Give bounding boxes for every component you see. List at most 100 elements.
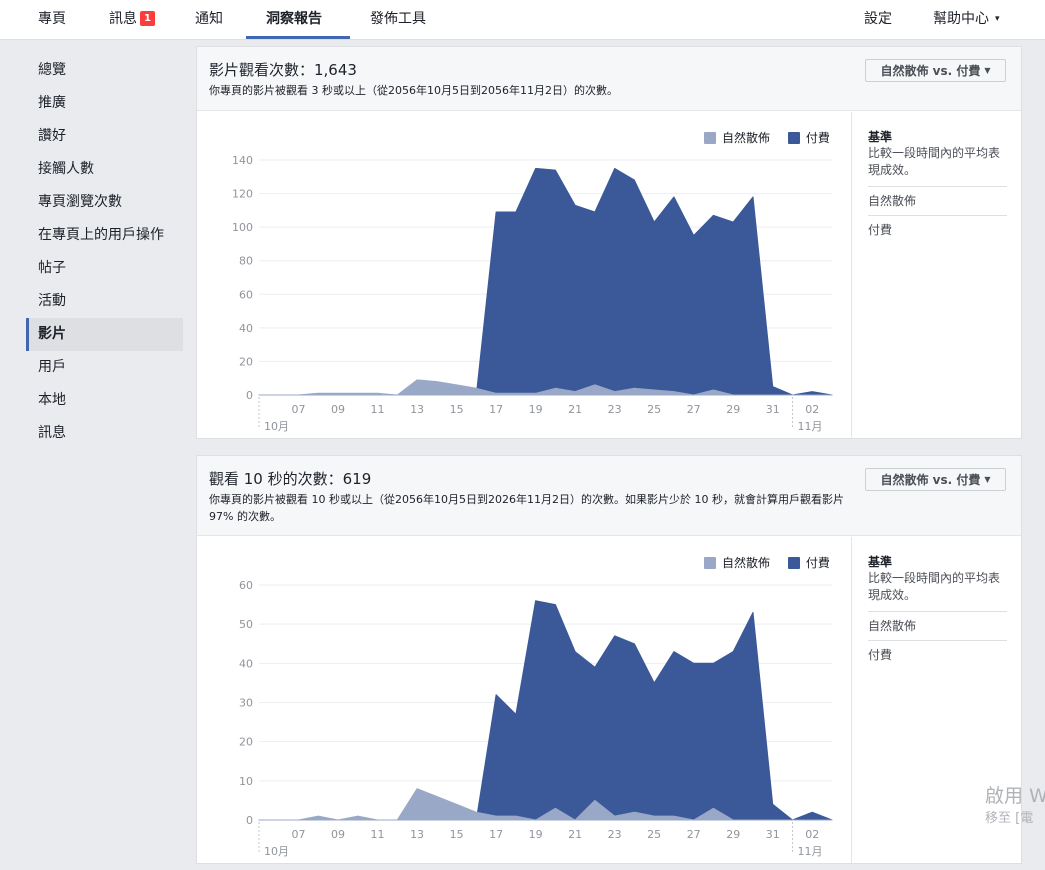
x-tick-label: 31	[766, 403, 780, 416]
month-label-oct: 10月	[264, 845, 289, 858]
panel-title: 影片觀看次數：1,643	[209, 61, 357, 79]
chevron-down-icon: ▼	[984, 475, 991, 484]
x-tick-label: 09	[331, 403, 345, 416]
panel-header: 觀看 10 秒的次數：619 你專頁的影片被觀看 10 秒或以上（從2056年1…	[197, 456, 1021, 536]
y-tick-label: 40	[239, 322, 253, 335]
help-center-menu[interactable]: 幫助中心 ▾	[933, 0, 1000, 39]
nav-tab-messages-label: 訊息	[109, 11, 137, 27]
settings-link[interactable]: 設定	[864, 0, 892, 39]
x-tick-label: 17	[489, 828, 503, 841]
panel-description: 你專頁的影片被觀看 10 秒或以上（從2056年10月5日到2026年11月2日…	[209, 493, 844, 523]
video-views-panel: 影片觀看次數：1,643 你專頁的影片被觀看 3 秒或以上（從2056年10月5…	[196, 46, 1022, 439]
top-nav: 專頁 訊息 1 通知 洞察報告 發佈工具 設定 幫助中心 ▾	[0, 0, 1045, 40]
paid-area-series	[258, 600, 833, 821]
nav-tab-notifications[interactable]: 通知	[195, 0, 223, 39]
sidebar-item-actions-on-page[interactable]: 在專頁上的用戶操作	[26, 219, 183, 252]
panel-title: 觀看 10 秒的次數：619	[209, 470, 372, 488]
os-activation-watermark: 啟用 W	[985, 785, 1045, 807]
y-tick-label: 20	[239, 736, 253, 749]
month-label-nov: 11月	[797, 845, 822, 858]
y-tick-label: 30	[239, 697, 253, 710]
x-tick-label: 17	[489, 403, 503, 416]
benchmark-row-organic[interactable]: 自然散佈	[868, 186, 1007, 209]
y-tick-label: 50	[239, 618, 253, 631]
y-tick-label: 0	[246, 814, 253, 827]
x-tick-label: 19	[529, 828, 543, 841]
month-label-nov: 11月	[797, 420, 822, 433]
sidebar-item-videos[interactable]: 影片	[26, 318, 183, 351]
x-tick-label: 21	[568, 403, 582, 416]
dropdown-label: 自然散佈 vs. 付費	[880, 473, 981, 487]
sidebar-item-local[interactable]: 本地	[26, 384, 183, 417]
x-tick-label: 11	[371, 828, 385, 841]
y-tick-label: 10	[239, 775, 253, 788]
y-tick-label: 80	[239, 255, 253, 268]
ten-second-views-panel: 觀看 10 秒的次數：619 你專頁的影片被觀看 10 秒或以上（從2056年1…	[196, 455, 1022, 864]
benchmark-row-organic[interactable]: 自然散佈	[868, 611, 1007, 634]
active-tab-indicator	[246, 36, 350, 39]
nav-tab-publishing-tools[interactable]: 發佈工具	[370, 0, 426, 39]
x-tick-label: 11	[371, 403, 385, 416]
panel-header: 影片觀看次數：1,643 你專頁的影片被觀看 3 秒或以上（從2056年10月5…	[197, 47, 1021, 111]
x-tick-label: 07	[292, 828, 306, 841]
benchmark-panel: 基準 比較一段時間內的平均表現成效。 自然散佈 付費	[851, 112, 1021, 438]
dropdown-label: 自然散佈 vs. 付費	[880, 64, 981, 78]
sidebar-item-overview[interactable]: 總覽	[26, 54, 183, 87]
x-tick-label: 27	[687, 403, 701, 416]
x-tick-label: 23	[608, 403, 622, 416]
benchmark-title: 基準	[868, 130, 893, 144]
x-tick-label: 07	[292, 403, 306, 416]
month-label-oct: 10月	[264, 420, 289, 433]
x-tick-label: 31	[766, 828, 780, 841]
sidebar-item-promotions[interactable]: 推廣	[26, 87, 183, 120]
x-tick-label: 29	[726, 828, 740, 841]
x-tick-label: 09	[331, 828, 345, 841]
y-tick-label: 60	[239, 288, 253, 301]
unread-badge: 1	[140, 11, 155, 26]
nav-tab-messages[interactable]: 訊息 1	[109, 0, 155, 39]
y-tick-label: 60	[239, 579, 253, 592]
y-tick-label: 100	[232, 221, 253, 234]
organic-vs-paid-dropdown[interactable]: 自然散佈 vs. 付費 ▼	[865, 468, 1006, 491]
x-tick-label: 02	[805, 403, 819, 416]
organic-vs-paid-dropdown[interactable]: 自然散佈 vs. 付費 ▼	[865, 59, 1006, 82]
x-tick-label: 15	[450, 403, 464, 416]
panel-description: 你專頁的影片被觀看 3 秒或以上（從2056年10月5日到2056年11月2日）…	[209, 84, 618, 97]
x-tick-label: 02	[805, 828, 819, 841]
nav-tab-insights[interactable]: 洞察報告	[266, 0, 322, 39]
help-center-label: 幫助中心	[933, 11, 989, 27]
sidebar-item-events[interactable]: 活動	[26, 285, 183, 318]
benchmark-row-paid[interactable]: 付費	[868, 640, 1007, 663]
x-tick-label: 27	[687, 828, 701, 841]
benchmark-row-paid[interactable]: 付費	[868, 215, 1007, 238]
chevron-down-icon: ▾	[995, 14, 1000, 24]
x-tick-label: 25	[647, 403, 661, 416]
benchmark-description: 比較一段時間內的平均表現成效。	[868, 571, 1001, 602]
video-views-chart: 02040608010012014007 09 11 13 15 17 19 21 23 25 27…	[232, 154, 833, 433]
sidebar-item-reach[interactable]: 接觸人數	[26, 153, 183, 186]
x-tick-label: 13	[410, 403, 424, 416]
y-tick-label: 140	[232, 154, 253, 167]
os-activation-watermark-sub: 移至 [電	[985, 811, 1034, 826]
x-tick-label: 29	[726, 403, 740, 416]
chevron-down-icon: ▼	[984, 66, 991, 75]
x-tick-label: 21	[568, 828, 582, 841]
sidebar-item-page-views[interactable]: 專頁瀏覽次數	[26, 186, 183, 219]
x-tick-label: 13	[410, 828, 424, 841]
sidebar-item-likes[interactable]: 讚好	[26, 120, 183, 153]
y-tick-label: 20	[239, 355, 253, 368]
x-tick-label: 19	[529, 403, 543, 416]
ten-second-views-chart: 0 10 20 30 40 50 60 07 09 11 13 15 17 19 21 23 25 27 29 31 0…	[239, 579, 833, 858]
x-tick-label: 23	[608, 828, 622, 841]
sidebar-item-people[interactable]: 用戶	[26, 351, 183, 384]
insights-sidebar: 總覽 推廣 讚好 接觸人數 專頁瀏覽次數 在專頁上的用戶操作 帖子 活動 影片 …	[26, 54, 183, 450]
y-tick-label: 0	[246, 389, 253, 402]
x-tick-label: 15	[450, 828, 464, 841]
sidebar-item-posts[interactable]: 帖子	[26, 252, 183, 285]
y-tick-label: 40	[239, 657, 253, 670]
y-tick-label: 120	[232, 188, 253, 201]
benchmark-title: 基準	[868, 555, 893, 569]
x-tick-label: 25	[647, 828, 661, 841]
sidebar-item-messages[interactable]: 訊息	[26, 417, 183, 450]
nav-tab-page[interactable]: 專頁	[38, 0, 66, 39]
